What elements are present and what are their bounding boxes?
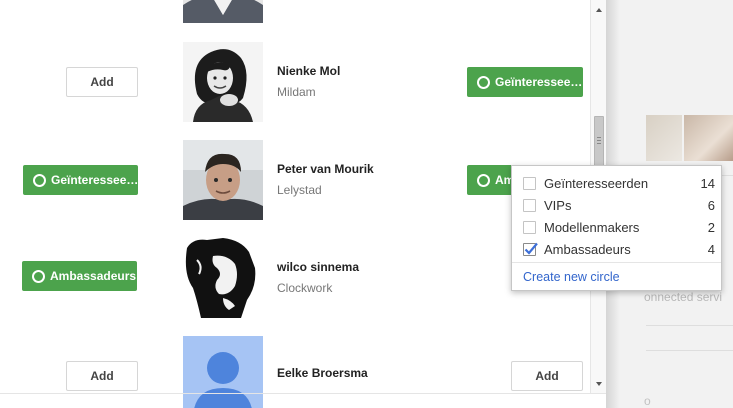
avatar-placeholder[interactable] bbox=[183, 336, 263, 408]
person-name[interactable]: Peter van Mourik bbox=[277, 162, 374, 176]
person-name[interactable]: wilco sinnema bbox=[277, 260, 359, 274]
circle-button[interactable]: Am bbox=[467, 165, 517, 195]
panel-divider bbox=[0, 393, 606, 394]
circle-option-count: 2 bbox=[707, 219, 715, 235]
avatar[interactable] bbox=[183, 140, 263, 220]
person-location: Mildam bbox=[277, 85, 316, 99]
checkbox[interactable] bbox=[523, 198, 536, 212]
person-location: Clockwork bbox=[277, 281, 333, 295]
scrollbar-thumb[interactable] bbox=[594, 116, 604, 166]
circle-ring-icon bbox=[32, 269, 45, 283]
checkbox[interactable] bbox=[523, 176, 536, 190]
add-button[interactable]: Add bbox=[511, 361, 583, 391]
background-text: onnected servi bbox=[644, 290, 723, 304]
scroll-up-arrow-icon[interactable] bbox=[591, 4, 606, 16]
avatar[interactable] bbox=[183, 0, 263, 23]
circle-button-label: Geïnteressee… bbox=[51, 173, 138, 187]
circle-ring-icon bbox=[477, 75, 490, 89]
circle-option-count: 4 bbox=[707, 241, 715, 257]
avatar[interactable] bbox=[183, 238, 263, 318]
circle-option-label: Modellenmakers bbox=[544, 219, 640, 235]
circle-option-label: VIPs bbox=[544, 197, 572, 213]
add-button[interactable]: Add bbox=[66, 67, 138, 97]
person-name[interactable]: Nienke Mol bbox=[277, 64, 340, 78]
circle-option-label: Ambassadeurs bbox=[544, 241, 631, 257]
background-text: o bbox=[644, 394, 651, 408]
circle-button[interactable]: Ambassadeurs bbox=[22, 261, 137, 291]
checkmark-icon bbox=[524, 242, 538, 255]
scroll-down-arrow-icon[interactable] bbox=[591, 378, 606, 390]
circle-button[interactable]: Geïnteressee… bbox=[467, 67, 583, 97]
circle-ring-icon bbox=[33, 173, 46, 187]
person-name[interactable]: Eelke Broersma bbox=[277, 366, 368, 380]
background-thumbnail bbox=[684, 115, 733, 161]
create-new-circle-link[interactable]: Create new circle bbox=[523, 270, 620, 284]
background-thumbnail bbox=[646, 115, 682, 161]
circle-option[interactable]: Ambassadeurs 4 bbox=[512, 238, 721, 260]
circle-option[interactable]: VIPs 6 bbox=[512, 194, 721, 216]
circle-option-count: 6 bbox=[707, 197, 715, 213]
checkbox[interactable] bbox=[523, 220, 536, 234]
checkbox-checked[interactable] bbox=[523, 242, 538, 256]
circle-ring-icon bbox=[477, 173, 490, 187]
circle-option-label: Geïnteresseerden bbox=[544, 175, 649, 191]
circle-option-count: 14 bbox=[700, 175, 715, 191]
circle-option[interactable]: Geïnteresseerden 14 bbox=[512, 172, 721, 194]
avatar[interactable] bbox=[183, 42, 263, 122]
circle-option[interactable]: Modellenmakers 2 bbox=[512, 216, 721, 238]
background-divider bbox=[646, 350, 733, 351]
circle-button[interactable]: Geïnteressee… bbox=[23, 165, 138, 195]
circle-button-label: Geïnteressee… bbox=[495, 75, 583, 89]
person-location: Lelystad bbox=[277, 183, 322, 197]
circle-button-label: Ambassadeurs bbox=[50, 269, 137, 283]
add-button[interactable]: Add bbox=[66, 361, 138, 391]
background-divider bbox=[646, 325, 733, 326]
dropdown-divider bbox=[512, 262, 721, 263]
circles-dropdown: Geïnteresseerden 14 VIPs 6 Modellenmaker… bbox=[511, 165, 722, 291]
